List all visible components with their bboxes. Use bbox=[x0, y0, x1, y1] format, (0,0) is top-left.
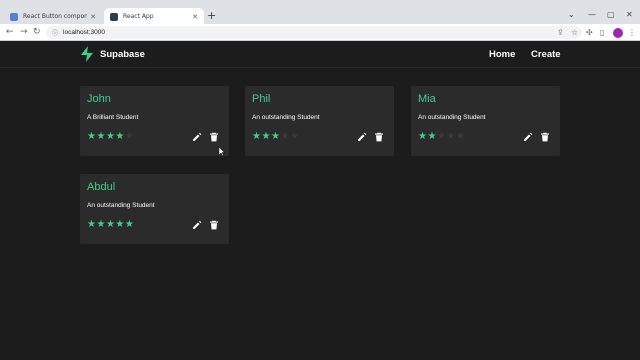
star-filled-icon: ★ bbox=[105, 131, 115, 142]
card-actions bbox=[185, 220, 219, 230]
rating-stars: ★ ★ ★ ★ ★ bbox=[252, 131, 299, 142]
star-empty-icon: ★ bbox=[446, 131, 456, 142]
student-card: Mia An outstanding Student ★ ★ ★ ★ ★ bbox=[411, 86, 560, 156]
star-filled-icon: ★ bbox=[261, 131, 271, 142]
card-name: Mia bbox=[418, 93, 436, 105]
card-actions bbox=[516, 132, 550, 142]
delete-trash-icon[interactable] bbox=[209, 220, 219, 230]
back-icon[interactable]: ← bbox=[6, 27, 14, 37]
side-panel-icon[interactable]: ▯ bbox=[600, 28, 604, 37]
star-filled-icon: ★ bbox=[87, 131, 96, 142]
brand-name: Supabase bbox=[100, 48, 145, 60]
rating-stars: ★ ★ ★ ★ ★ bbox=[87, 219, 134, 230]
window-close-icon[interactable]: ✕ bbox=[626, 11, 633, 19]
address-bar[interactable]: ⓘ localhost:3000 bbox=[46, 26, 582, 39]
star-filled-icon: ★ bbox=[270, 131, 280, 142]
tab-title: React Button component - Mate bbox=[23, 13, 88, 20]
brand[interactable]: Supabase bbox=[80, 46, 145, 62]
star-empty-icon: ★ bbox=[280, 131, 290, 142]
rating-stars: ★ ★ ★ ★ ★ bbox=[87, 131, 134, 142]
tab-react-button-component[interactable]: React Button component - Mate ✕ bbox=[4, 8, 102, 25]
star-empty-icon: ★ bbox=[455, 131, 465, 142]
card-description: A Brilliant Student bbox=[87, 114, 139, 121]
student-card: Phil An outstanding Student ★ ★ ★ ★ ★ bbox=[245, 86, 394, 156]
card-actions bbox=[350, 132, 384, 142]
tab-title: React App bbox=[123, 13, 154, 20]
supabase-logo-icon bbox=[81, 46, 93, 62]
browser-toolbar: ← → ↻ ⓘ localhost:3000 ⇪ ☆ ✣ ▯ ⋮ bbox=[0, 24, 640, 41]
new-tab-button[interactable]: + bbox=[207, 10, 216, 22]
profile-avatar[interactable] bbox=[613, 28, 623, 38]
star-filled-icon: ★ bbox=[418, 131, 427, 142]
mouse-cursor-icon bbox=[219, 147, 225, 156]
card-description: An outstanding Student bbox=[252, 114, 320, 121]
card-name: Abdul bbox=[87, 181, 116, 193]
star-filled-icon: ★ bbox=[105, 219, 115, 230]
card-actions bbox=[185, 132, 219, 142]
edit-pencil-icon[interactable] bbox=[192, 132, 202, 142]
card-name: John bbox=[87, 93, 111, 105]
star-empty-icon: ★ bbox=[124, 131, 134, 142]
delete-trash-icon[interactable] bbox=[374, 132, 384, 142]
star-filled-icon: ★ bbox=[96, 219, 106, 230]
bookmark-star-icon[interactable]: ☆ bbox=[571, 28, 578, 37]
minimize-icon[interactable]: — bbox=[588, 11, 596, 19]
card-name: Phil bbox=[252, 93, 271, 105]
tab-react-app[interactable]: React App ✕ bbox=[104, 8, 204, 25]
star-filled-icon: ★ bbox=[252, 131, 261, 142]
star-filled-icon: ★ bbox=[96, 131, 106, 142]
app-header: Supabase Home Create bbox=[0, 41, 640, 68]
student-card: Abdul An outstanding Student ★ ★ ★ ★ ★ bbox=[80, 174, 229, 244]
browser-tab-strip: React Button component - Mate ✕ React Ap… bbox=[0, 0, 640, 25]
card-description: An outstanding Student bbox=[87, 202, 155, 209]
star-empty-icon: ★ bbox=[436, 131, 446, 142]
share-icon[interactable]: ⇪ bbox=[557, 28, 564, 37]
student-card: John A Brilliant Student ★ ★ ★ ★ ★ bbox=[80, 86, 229, 156]
delete-trash-icon[interactable] bbox=[209, 132, 219, 142]
close-icon[interactable]: ✕ bbox=[192, 13, 198, 21]
forward-icon[interactable]: → bbox=[20, 27, 28, 37]
star-filled-icon: ★ bbox=[427, 131, 437, 142]
mui-favicon-icon bbox=[10, 12, 18, 21]
nav-create-link[interactable]: Create bbox=[531, 49, 561, 60]
star-filled-icon: ★ bbox=[115, 219, 125, 230]
delete-trash-icon[interactable] bbox=[540, 132, 550, 142]
extensions-icon[interactable]: ✣ bbox=[586, 28, 593, 37]
tab-search-icon[interactable]: ⌄ bbox=[568, 11, 575, 19]
edit-pencil-icon[interactable] bbox=[523, 132, 533, 142]
nav-home-link[interactable]: Home bbox=[489, 49, 515, 60]
site-info-icon[interactable]: ⓘ bbox=[52, 28, 58, 37]
star-empty-icon: ★ bbox=[289, 131, 299, 142]
star-filled-icon: ★ bbox=[115, 131, 125, 142]
menu-kebab-icon[interactable]: ⋮ bbox=[628, 28, 636, 37]
react-favicon-icon bbox=[110, 12, 118, 21]
edit-pencil-icon[interactable] bbox=[192, 220, 202, 230]
star-filled-icon: ★ bbox=[87, 219, 96, 230]
maximize-icon[interactable]: ▢ bbox=[607, 11, 615, 19]
reload-icon[interactable]: ↻ bbox=[33, 27, 41, 37]
edit-pencil-icon[interactable] bbox=[357, 132, 367, 142]
card-description: An outstanding Student bbox=[418, 114, 486, 121]
address-url[interactable]: localhost:3000 bbox=[63, 29, 105, 36]
rating-stars: ★ ★ ★ ★ ★ bbox=[418, 131, 465, 142]
close-icon[interactable]: ✕ bbox=[90, 13, 96, 21]
star-filled-icon: ★ bbox=[124, 219, 134, 230]
